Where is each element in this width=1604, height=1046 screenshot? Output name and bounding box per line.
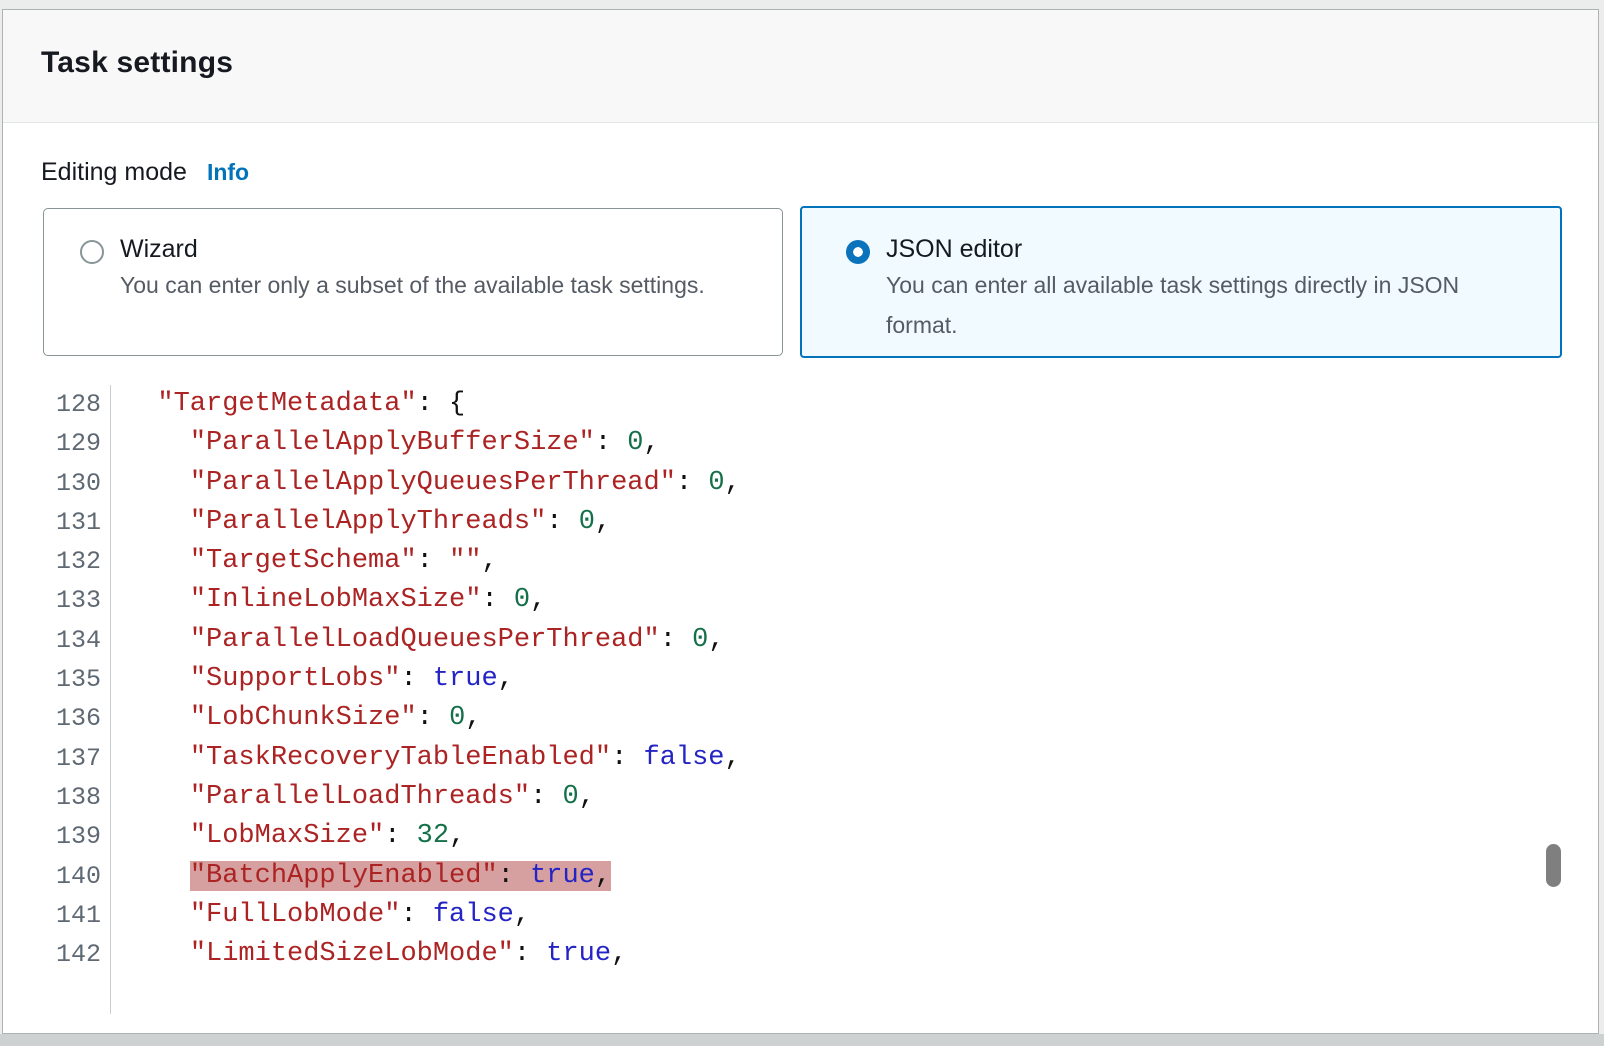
code-line-content <box>111 974 125 1013</box>
code-line-content: "SupportLobs": true, <box>111 660 514 699</box>
code-line: 133 "InlineLobMaxSize": 0, <box>3 581 1533 620</box>
json-editor-option-card[interactable]: JSON editor You can enter all available … <box>800 206 1562 358</box>
code-line: 140 "BatchApplyEnabled": true, <box>3 857 1533 896</box>
json-editor-option-description: You can enter all available task setting… <box>886 265 1501 345</box>
code-line-content: "FullLobMode": false, <box>111 896 530 935</box>
info-link[interactable]: Info <box>207 159 249 185</box>
line-number: 139 <box>3 817 111 856</box>
line-number: 132 <box>3 542 111 581</box>
json-editor-option-label: JSON editor <box>886 235 1022 264</box>
code-line-content: "BatchApplyEnabled": true, <box>111 857 611 896</box>
code-line: 131 "ParallelApplyThreads": 0, <box>3 503 1533 542</box>
code-line-content: "ParallelLoadThreads": 0, <box>111 778 595 817</box>
line-number: 137 <box>3 739 111 778</box>
code-line: 134 "ParallelLoadQueuesPerThread": 0, <box>3 621 1533 660</box>
line-number: 130 <box>3 464 111 503</box>
wizard-radio-icon[interactable] <box>80 240 104 264</box>
code-line: 129 "ParallelApplyBufferSize": 0, <box>3 424 1533 463</box>
code-line-content: "ParallelApplyThreads": 0, <box>111 503 611 542</box>
code-line: 132 "TargetSchema": "", <box>3 542 1533 581</box>
wizard-option-description: You can enter only a subset of the avail… <box>120 265 760 305</box>
bottom-strip <box>0 1034 1604 1046</box>
code-line-content: "ParallelLoadQueuesPerThread": 0, <box>111 621 725 660</box>
line-number: 128 <box>3 385 111 424</box>
code-line-content: "LobChunkSize": 0, <box>111 699 481 738</box>
json-code-editor[interactable]: 128 "TargetMetadata": {129 "ParallelAppl… <box>3 385 1533 1014</box>
wizard-option-card[interactable]: Wizard You can enter only a subset of th… <box>43 208 783 356</box>
line-number: 142 <box>3 935 111 974</box>
line-number <box>3 974 111 1013</box>
code-line: 128 "TargetMetadata": { <box>3 385 1533 424</box>
task-settings-panel: Task settings Editing mode Info Wizard Yo… <box>2 9 1599 1034</box>
line-number: 135 <box>3 660 111 699</box>
json-editor-radio-icon[interactable] <box>846 240 870 264</box>
code-line-content: "ParallelApplyQueuesPerThread": 0, <box>111 464 741 503</box>
code-line <box>3 974 1533 1013</box>
highlighted-code: "BatchApplyEnabled": true, <box>190 861 611 891</box>
code-line-content: "TaskRecoveryTableEnabled": false, <box>111 739 741 778</box>
code-line: 135 "SupportLobs": true, <box>3 660 1533 699</box>
code-line-content: "TargetSchema": "", <box>111 542 498 581</box>
editing-mode-label: Editing mode <box>41 158 187 186</box>
line-number: 133 <box>3 581 111 620</box>
editing-mode-row: Editing mode Info <box>41 158 249 187</box>
line-number: 136 <box>3 699 111 738</box>
line-number: 131 <box>3 503 111 542</box>
page: Task settings Editing mode Info Wizard Yo… <box>0 0 1604 1046</box>
code-line-content: "InlineLobMaxSize": 0, <box>111 581 546 620</box>
code-line: 139 "LobMaxSize": 32, <box>3 817 1533 856</box>
code-line: 142 "LimitedSizeLobMode": true, <box>3 935 1533 974</box>
line-number: 129 <box>3 424 111 463</box>
page-title: Task settings <box>41 46 233 80</box>
panel-header: Task settings <box>3 10 1598 123</box>
code-line: 130 "ParallelApplyQueuesPerThread": 0, <box>3 464 1533 503</box>
code-line-content: "LobMaxSize": 32, <box>111 817 465 856</box>
code-line: 141 "FullLobMode": false, <box>3 896 1533 935</box>
code-line-content: "LimitedSizeLobMode": true, <box>111 935 627 974</box>
code-line: 138 "ParallelLoadThreads": 0, <box>3 778 1533 817</box>
code-line: 136 "LobChunkSize": 0, <box>3 699 1533 738</box>
code-line-content: "TargetMetadata": { <box>111 385 465 424</box>
line-number: 141 <box>3 896 111 935</box>
line-number: 134 <box>3 621 111 660</box>
line-number: 138 <box>3 778 111 817</box>
code-line-content: "ParallelApplyBufferSize": 0, <box>111 424 660 463</box>
wizard-option-label: Wizard <box>120 235 198 264</box>
scrollbar-thumb[interactable] <box>1546 844 1561 887</box>
line-number: 140 <box>3 857 111 896</box>
code-line: 137 "TaskRecoveryTableEnabled": false, <box>3 739 1533 778</box>
